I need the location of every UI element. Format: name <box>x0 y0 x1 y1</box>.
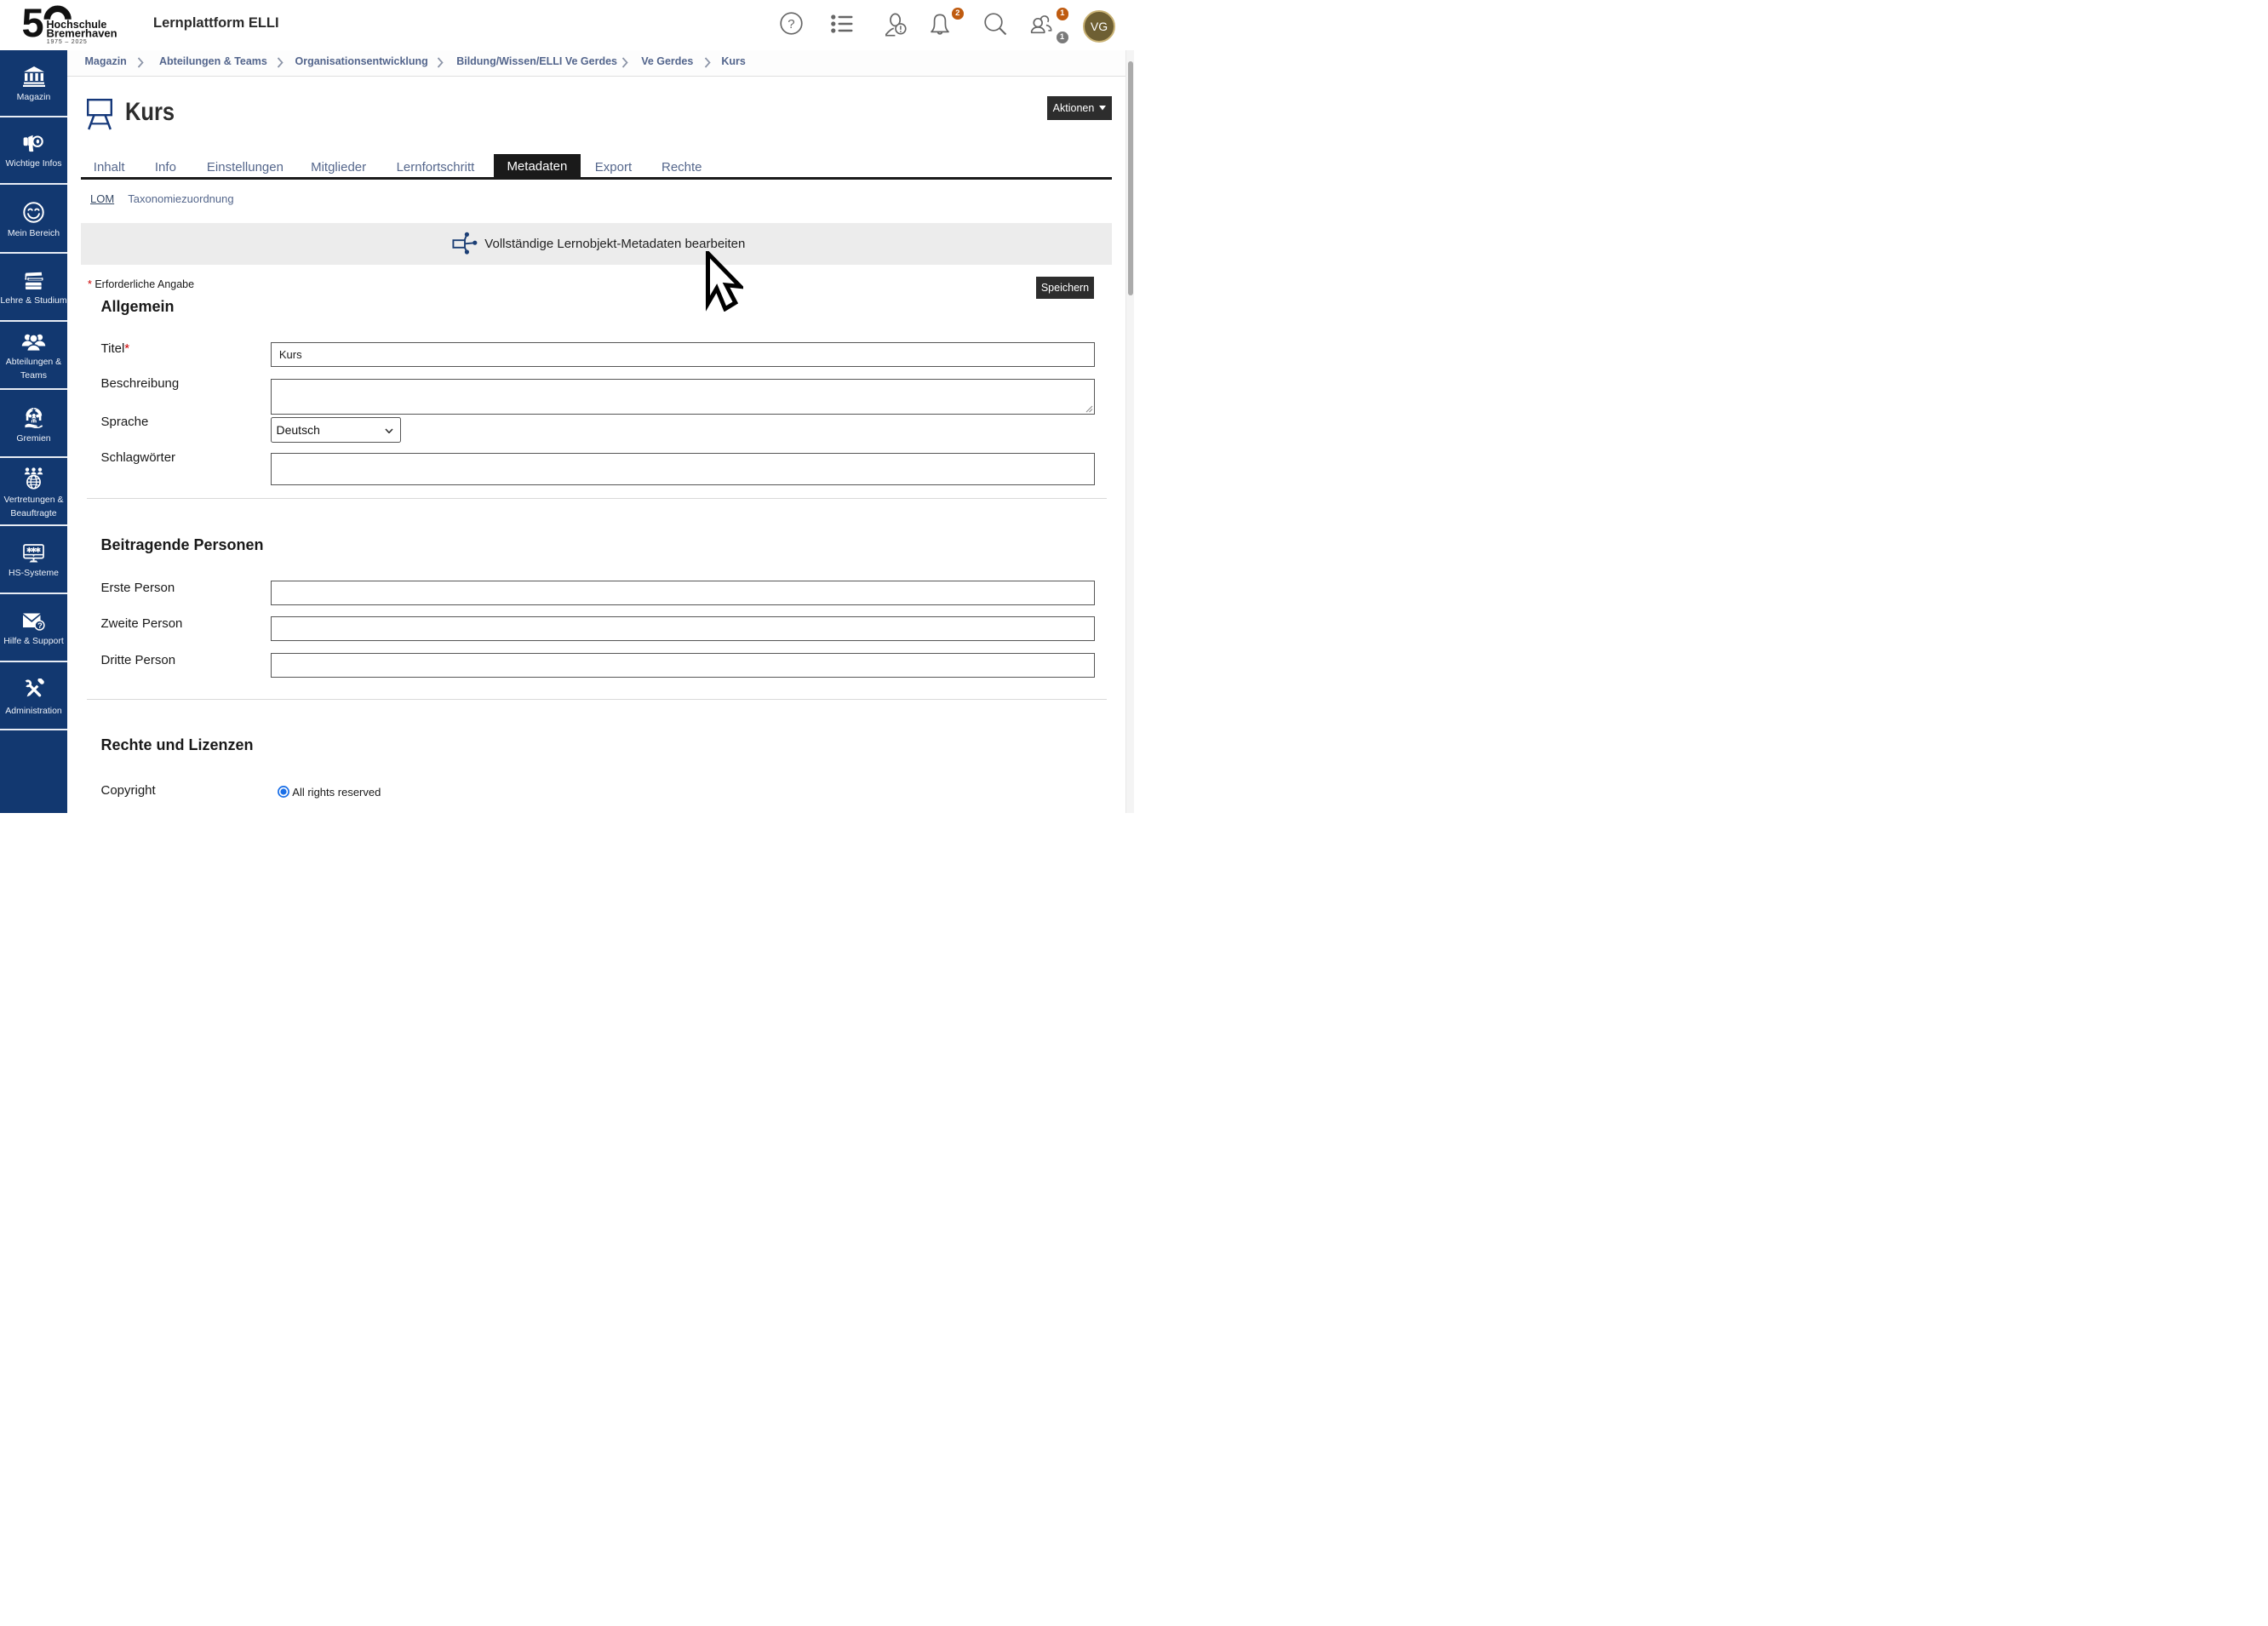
svg-text:1975 – 2025: 1975 – 2025 <box>47 39 88 45</box>
svg-text:?: ? <box>788 17 794 31</box>
svg-text:?: ? <box>37 621 43 631</box>
svg-text:5: 5 <box>22 0 44 45</box>
svg-text:Bremerhaven: Bremerhaven <box>47 26 117 39</box>
